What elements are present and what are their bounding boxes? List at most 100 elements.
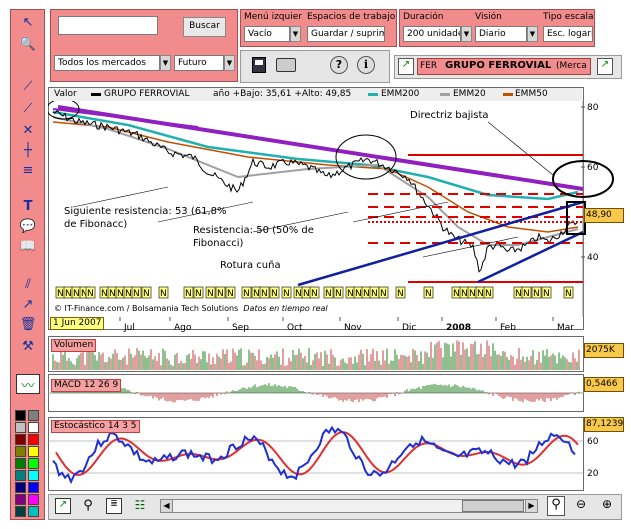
menu-label: Menú izquier <box>244 12 302 22</box>
color-swatch[interactable] <box>15 410 26 421</box>
info-icon[interactable]: i <box>357 56 375 74</box>
news-marker-label: N <box>543 289 550 299</box>
scroll-right-icon[interactable]: ▶ <box>525 499 538 513</box>
arrow-tool-icon[interactable]: ↗ <box>16 294 40 314</box>
color-swatch[interactable] <box>15 434 26 445</box>
zoom-icon[interactable]: 🔍 <box>16 34 40 54</box>
color-swatch[interactable] <box>15 458 26 469</box>
book-icon[interactable]: 📖 <box>16 236 40 256</box>
color-swatch[interactable] <box>28 446 39 457</box>
news-marker-label: N <box>397 289 404 299</box>
prev-chart-icon[interactable]: ↗ <box>398 58 414 75</box>
link-icon[interactable]: ⚲ <box>82 498 94 514</box>
chart-icon[interactable]: ↗ <box>55 498 71 514</box>
legend-swatch-emm200 <box>368 93 378 96</box>
news-marker-label: N <box>363 289 370 299</box>
print-icon[interactable] <box>276 58 296 72</box>
news-marker-label: N <box>87 289 94 299</box>
news-marker-label: N <box>65 289 72 299</box>
news-marker-label: N <box>469 289 476 299</box>
credits-text: © IT-Finance.com / Bolsamania Tech Solut… <box>54 304 239 313</box>
zoom-in-icon[interactable]: ⊕ <box>598 497 616 515</box>
indicator-icon[interactable]: 〰 <box>16 374 40 394</box>
news-marker-label: N <box>207 289 214 299</box>
annotation-resistance-2: Fibonacci) <box>193 238 244 249</box>
duration-select[interactable]: 200 unidades <box>403 26 461 42</box>
market-dropdown-icon[interactable]: ▼ <box>160 55 171 71</box>
volume-chart <box>52 340 580 370</box>
vision-select[interactable]: Diario <box>475 26 527 42</box>
news-marker-label: N <box>253 289 260 299</box>
menu-select[interactable]: Vacío <box>244 26 290 42</box>
help-icon[interactable]: ? <box>330 56 348 74</box>
macd-chart <box>48 383 584 403</box>
news-marker-label: N <box>185 289 192 299</box>
comment-icon[interactable]: 💬 <box>16 216 40 236</box>
pointer-icon[interactable]: ↖ <box>16 12 40 32</box>
market-select[interactable]: Todos los mercados <box>54 55 160 71</box>
color-swatch[interactable] <box>28 410 39 421</box>
x-tick-label: Mar <box>557 323 574 332</box>
legend-name: GRUPO FERROVIAL <box>104 89 190 99</box>
trash-icon[interactable]: 🗑 <box>16 314 40 334</box>
color-swatch[interactable] <box>28 470 39 481</box>
news-marker-label: N <box>295 289 302 299</box>
report-icon[interactable]: ≣ <box>106 498 122 514</box>
color-swatch[interactable] <box>28 482 39 493</box>
annotation-wedge-break: Rotura cuña <box>220 260 281 271</box>
horizontal-line-icon[interactable]: ✕ <box>16 120 40 140</box>
instrument-prefix: FER <box>420 61 438 71</box>
type-dropdown-icon[interactable]: ▼ <box>224 55 235 71</box>
scale-select[interactable]: Esc. logarítmica <box>543 26 593 42</box>
save-icon[interactable] <box>252 57 266 73</box>
color-swatch[interactable] <box>15 506 26 517</box>
news-marker-label: N <box>325 289 332 299</box>
ray-tool-icon[interactable]: ⟋ <box>16 98 40 118</box>
scroll-thumb[interactable] <box>462 500 524 512</box>
news-marker-label: N <box>347 289 354 299</box>
text-tool-icon[interactable]: T <box>16 196 40 216</box>
credits: © IT-Finance.com / Bolsamania Tech Solut… <box>54 304 328 313</box>
annotation-pointer <box>352 201 449 223</box>
news-marker-label: N <box>311 289 318 299</box>
color-swatch[interactable] <box>15 482 26 493</box>
spaces-select[interactable]: Guardar / suprimir <box>307 26 385 42</box>
x-tick-label: 2008 <box>446 323 471 332</box>
legend-swatch-emm50 <box>503 93 513 96</box>
fibonacci-icon[interactable]: ≡ <box>16 160 40 180</box>
color-swatch[interactable] <box>15 470 26 481</box>
stochastic-title: Estocástico 14 3 5 <box>51 420 140 433</box>
vertical-line-icon[interactable]: ┼ <box>16 140 40 160</box>
type-select[interactable]: Futuro <box>174 55 224 71</box>
parallel-tool-icon[interactable]: ⫽ <box>16 274 40 294</box>
search-input[interactable] <box>58 16 158 35</box>
scroll-left-icon[interactable]: ◀ <box>160 499 173 513</box>
color-swatch[interactable] <box>15 446 26 457</box>
line-tool-icon[interactable]: ⟋ <box>16 76 40 96</box>
vision-dropdown-icon[interactable]: ▼ <box>527 26 538 42</box>
x-tick-label: Nov <box>344 323 362 332</box>
menu-dropdown-icon[interactable]: ▼ <box>290 26 301 42</box>
color-swatch[interactable] <box>15 422 26 433</box>
tools-icon[interactable]: ⚒ <box>16 336 40 356</box>
wedge-upper-line <box>297 200 584 287</box>
instrument-suffix: (Merca <box>556 61 587 71</box>
color-swatch[interactable] <box>28 458 39 469</box>
news-marker-label: N <box>101 289 108 299</box>
zoom-out-icon[interactable]: ⊖ <box>572 497 590 515</box>
news-marker-label: N <box>380 289 387 299</box>
legend-stats: año +Bajo: 35,61 +Alto: 49,85 <box>213 89 352 99</box>
next-chart-icon[interactable]: ↗ <box>597 58 613 75</box>
news-marker-label: N <box>217 289 224 299</box>
color-swatch[interactable] <box>28 434 39 445</box>
duration-dropdown-icon[interactable]: ▼ <box>461 26 472 42</box>
color-swatch[interactable] <box>28 506 39 517</box>
color-swatch[interactable] <box>28 422 39 433</box>
layers-icon[interactable]: ☷ <box>132 498 148 514</box>
news-marker-label: N <box>271 289 278 299</box>
color-swatch[interactable] <box>15 494 26 505</box>
search-button[interactable]: Buscar <box>183 17 226 37</box>
color-swatch[interactable] <box>28 494 39 505</box>
zoom-fit-icon[interactable]: ⚲ <box>547 496 565 516</box>
volume-value: 2075K <box>584 343 624 358</box>
